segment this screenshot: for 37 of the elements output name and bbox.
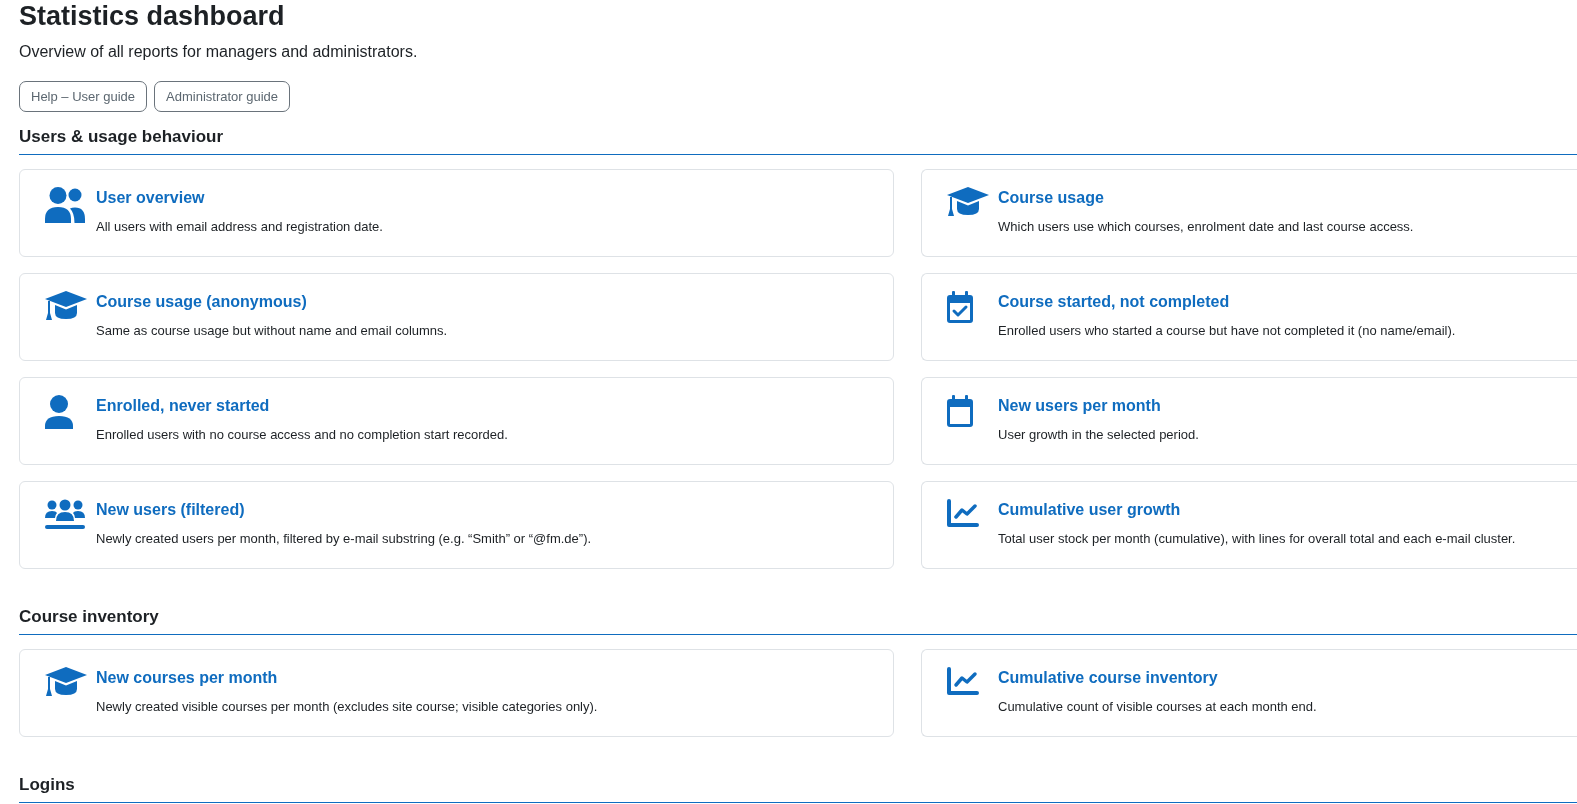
report-description: Same as course usage but without name and email columns. (96, 322, 448, 340)
report-description: Newly created users per month, filtered by e-mail substring (e.g. “Smith” or “@fm.de”). (96, 530, 592, 548)
person-icon (45, 395, 73, 429)
report-link[interactable]: Cumulative course inventory (998, 667, 1218, 689)
calendar-icon (947, 395, 973, 427)
report-link[interactable]: New courses per month (96, 667, 278, 689)
graduation-cap-icon (45, 291, 87, 321)
page-title: Statistics dashboard (19, 0, 286, 32)
guide-button[interactable]: Administrator guide (154, 81, 291, 112)
page-subtitle: Overview of all reports for managers and administrators. (19, 42, 419, 62)
report-link[interactable]: Course usage (998, 187, 1104, 209)
report-description: Cumulative count of visible courses at each month end. (998, 698, 1317, 716)
calendar-check-icon (947, 291, 973, 323)
section-heading: Logins (19, 774, 75, 796)
three-people-icon (45, 499, 85, 529)
report-description: Newly created visible courses per month (excludes site course; visible categories only). (96, 698, 598, 716)
line-chart-icon (947, 499, 979, 527)
help-button[interactable]: Help – User guide (19, 81, 148, 112)
two-people-icon (45, 187, 85, 223)
report-link[interactable]: Enrolled, never started (96, 395, 270, 417)
graduation-cap-icon (947, 187, 989, 217)
report-description: Which users use which courses, enrolment date and last course access. (998, 218, 1414, 236)
line-chart-icon (947, 667, 979, 695)
report-description: All users with email address and registration date. (96, 218, 383, 236)
report-description: Enrolled users who started a course but have not completed it (no name/email). (998, 322, 1456, 340)
report-description: Enrolled users with no course access and no completion start recorded. (96, 426, 508, 444)
report-link[interactable]: Course started, not completed (998, 291, 1230, 313)
report-description: Total user stock per month (cumulative), with lines for overall total and each e-mail cluster. (998, 530, 1516, 548)
section-heading: Course inventory (19, 606, 159, 628)
report-link[interactable]: New users (filtered) (96, 499, 245, 521)
report-description: User growth in the selected period. (998, 426, 1199, 444)
graduation-cap-icon (45, 667, 87, 697)
report-link[interactable]: Course usage (anonymous) (96, 291, 307, 313)
section-heading: Users & usage behaviour (19, 126, 224, 148)
report-link[interactable]: New users per month (998, 395, 1161, 417)
report-link[interactable]: Cumulative user growth (998, 499, 1181, 521)
report-link[interactable]: User overview (96, 187, 205, 209)
